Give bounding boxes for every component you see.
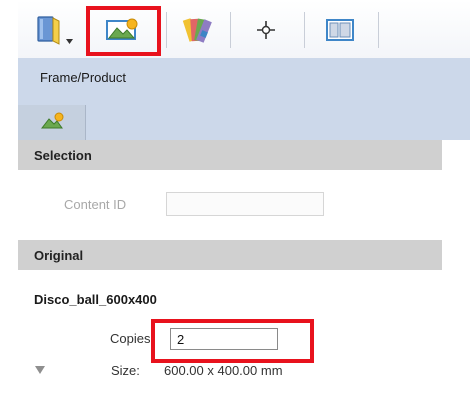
copies-label: Copies: bbox=[110, 331, 155, 346]
color-swatch-button[interactable] bbox=[170, 10, 224, 50]
layout-icon bbox=[326, 19, 354, 41]
book-icon bbox=[35, 15, 63, 45]
chevron-down-icon bbox=[66, 38, 73, 44]
size-label: Size: bbox=[111, 363, 140, 378]
properties-panel: Frame/Product Selection Content ID Origi… bbox=[18, 58, 470, 393]
crosshair-icon bbox=[256, 20, 276, 40]
crosshair-button[interactable] bbox=[234, 10, 298, 50]
original-filename: Disco_ball_600x400 bbox=[34, 292, 157, 307]
panel-header: Frame/Product bbox=[18, 58, 470, 140]
size-value: 600.00 x 400.00 mm bbox=[164, 363, 283, 378]
toolbar-divider bbox=[86, 12, 87, 48]
panel-title: Frame/Product bbox=[40, 70, 126, 85]
image-frame-icon bbox=[105, 18, 139, 42]
toolbar-divider bbox=[230, 12, 231, 48]
toolbar bbox=[18, 0, 470, 58]
original-section-header[interactable]: Original bbox=[18, 240, 442, 270]
content-id-label: Content ID bbox=[64, 197, 127, 212]
toolbar-divider bbox=[166, 12, 167, 48]
selection-section-header[interactable]: Selection bbox=[18, 140, 442, 170]
tab-image-frame[interactable] bbox=[18, 105, 86, 140]
image-frame-icon bbox=[40, 112, 64, 134]
expand-arrow-icon[interactable] bbox=[35, 366, 45, 374]
frame-product-panel-window: Frame/Product Selection Content ID Origi… bbox=[0, 0, 470, 393]
content-id-input bbox=[166, 192, 324, 216]
image-frame-button[interactable] bbox=[90, 10, 154, 50]
copies-input[interactable] bbox=[170, 328, 278, 350]
color-swatch-icon bbox=[182, 15, 212, 45]
toolbar-divider bbox=[378, 12, 379, 48]
layout-button[interactable] bbox=[308, 10, 372, 50]
book-dropdown-button[interactable] bbox=[28, 10, 80, 50]
toolbar-divider bbox=[304, 12, 305, 48]
